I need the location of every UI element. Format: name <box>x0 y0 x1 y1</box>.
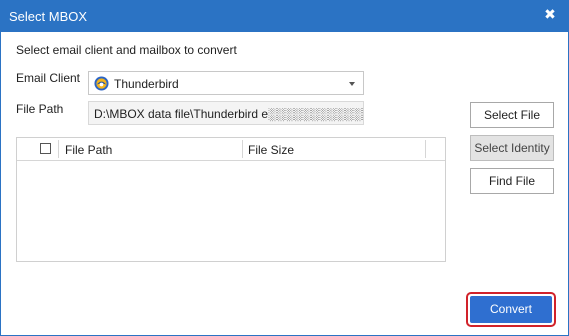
file-path-field: D:\MBOX data file\Thunderbird e░░░░░░░░░… <box>88 101 364 125</box>
column-header-file-path[interactable]: File Path <box>65 143 112 157</box>
file-path-label: File Path <box>16 102 64 116</box>
email-client-value: Thunderbird <box>114 77 179 91</box>
instruction-text: Select email client and mailbox to conve… <box>16 43 237 57</box>
convert-button[interactable]: Convert <box>470 296 552 323</box>
column-header-file-size[interactable]: File Size <box>248 143 294 157</box>
thunderbird-icon <box>94 76 109 91</box>
column-divider <box>425 140 426 158</box>
grid-header: File Path File Size <box>17 138 445 161</box>
chevron-down-icon[interactable] <box>349 82 355 86</box>
close-icon[interactable]: ✖ <box>542 6 558 22</box>
email-client-label: Email Client <box>16 71 81 85</box>
select-identity-button[interactable]: Select Identity <box>470 135 554 161</box>
file-grid: File Path File Size <box>16 137 446 262</box>
email-client-dropdown[interactable]: Thunderbird <box>88 71 364 95</box>
dialog-title: Select MBOX <box>9 9 88 24</box>
file-path-value: D:\MBOX data file\Thunderbird e░░░░░░░░░… <box>94 107 363 121</box>
select-file-button[interactable]: Select File <box>470 102 554 128</box>
column-divider <box>242 140 243 158</box>
column-divider <box>58 140 59 158</box>
title-bar[interactable]: Select MBOX ✖ <box>1 1 568 32</box>
select-mbox-dialog: Select MBOX ✖ Select email client and ma… <box>0 0 569 336</box>
find-file-button[interactable]: Find File <box>470 168 554 194</box>
select-all-checkbox[interactable] <box>40 143 51 154</box>
